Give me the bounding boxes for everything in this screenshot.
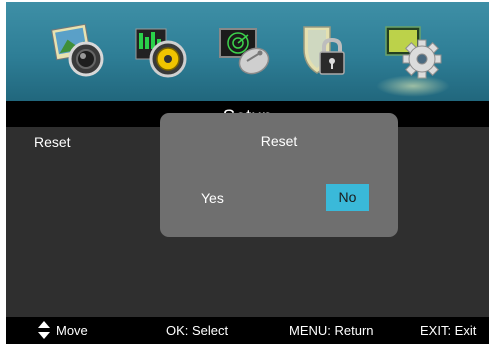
- footer-return-label: MENU: Return: [289, 323, 374, 338]
- no-option[interactable]: No: [326, 184, 369, 211]
- footer-exit-label: EXIT: Exit: [420, 323, 477, 338]
- lock-icon[interactable]: [296, 21, 358, 83]
- menu-item-reset[interactable]: Reset: [34, 134, 71, 150]
- menu-icon-bar: [6, 2, 489, 102]
- footer-hint-bar: Move OK: Select MENU: Return EXIT: Exit: [6, 317, 489, 344]
- footer-move-label: Move: [56, 323, 88, 338]
- setup-icon[interactable]: [376, 21, 450, 97]
- dialog-title: Reset: [260, 133, 298, 149]
- audio-icon[interactable]: [130, 21, 192, 83]
- up-down-arrows-icon: [38, 321, 50, 339]
- footer-select-label: OK: Select: [166, 323, 229, 338]
- channel-icon[interactable]: [214, 21, 276, 83]
- yes-option[interactable]: Yes: [201, 190, 224, 206]
- reset-dialog: Reset Yes No: [160, 113, 398, 237]
- tv-osd-screen: Setup Reset Reset Yes No Move OK: Select…: [6, 2, 489, 344]
- picture-icon[interactable]: [48, 21, 110, 83]
